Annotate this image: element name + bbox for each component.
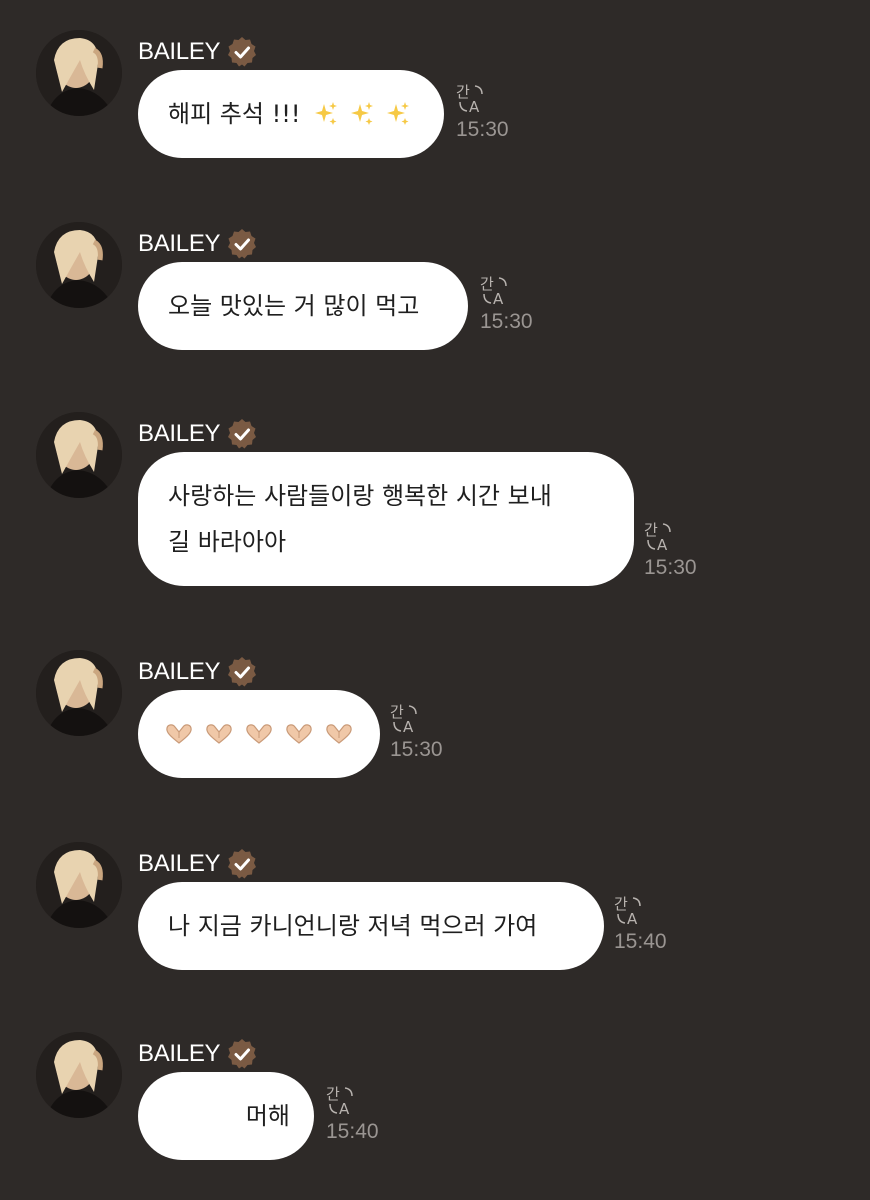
heart-hands-emoji: [326, 724, 352, 744]
message-timestamp: 15:40: [326, 1120, 379, 1143]
svg-text:간: 간: [326, 1085, 340, 1103]
message-timestamp: 15:30: [456, 118, 509, 141]
message-bubble[interactable]: 머해: [138, 1072, 314, 1160]
translate-icon[interactable]: 간 A: [390, 702, 420, 736]
translate-icon[interactable]: 간 A: [456, 82, 486, 116]
sender-name: BAILEY: [138, 38, 221, 65]
message-bubble[interactable]: 해피 추석 !!!: [138, 70, 444, 158]
svg-text:A: A: [493, 290, 504, 308]
svg-text:A: A: [657, 536, 668, 554]
heart-hands-emoji: [166, 724, 192, 744]
sender-name: BAILEY: [138, 420, 221, 447]
svg-text:간: 간: [390, 703, 404, 721]
message-timestamp: 15:40: [614, 930, 667, 953]
svg-text:간: 간: [456, 83, 470, 101]
message-timestamp: 15:30: [390, 738, 443, 761]
avatar[interactable]: [36, 222, 122, 308]
svg-text:A: A: [469, 98, 480, 116]
translate-icon[interactable]: 간 A: [614, 894, 644, 928]
translate-icon[interactable]: 간 A: [644, 520, 674, 554]
verified-badge-icon: [228, 1039, 257, 1069]
sender-name: BAILEY: [138, 1040, 221, 1067]
sparkles-emoji: [351, 102, 374, 125]
heart-hands-emoji: [206, 724, 232, 744]
message-bubble[interactable]: 오늘 맛있는 거 많이 먹고: [138, 262, 468, 350]
message-text: 해피 추석 !!!: [168, 100, 301, 128]
message-timestamp: 15:30: [480, 310, 533, 333]
translate-icon[interactable]: 간 A: [326, 1084, 356, 1118]
svg-text:간: 간: [480, 275, 494, 293]
avatar[interactable]: [36, 1032, 122, 1118]
verified-badge-icon: [228, 849, 257, 879]
message-text: 나 지금 카니언니랑 저녁 먹으러 가여: [168, 912, 538, 940]
verified-badge-icon: [228, 419, 257, 449]
message-bubble[interactable]: [138, 690, 380, 778]
avatar[interactable]: [36, 412, 122, 498]
sender-name: BAILEY: [138, 230, 221, 257]
message-text: 오늘 맛있는 거 많이 먹고: [168, 292, 420, 320]
message-bubble[interactable]: 나 지금 카니언니랑 저녁 먹으러 가여: [138, 882, 604, 970]
chat-window: BAILEY 해피 추석 !!! 간 A 15:30 BAILEY 오늘 맛있는…: [0, 0, 870, 1200]
svg-text:간: 간: [614, 895, 628, 913]
svg-text:A: A: [403, 718, 414, 736]
verified-badge-icon: [228, 229, 257, 259]
sparkles-emoji: [315, 102, 338, 125]
translate-icon[interactable]: 간 A: [480, 274, 510, 308]
sparkles-emoji: [387, 102, 410, 125]
sender-name: BAILEY: [138, 658, 221, 685]
sender-name: BAILEY: [138, 850, 221, 877]
verified-badge-icon: [228, 657, 257, 687]
heart-hands-emoji: [246, 724, 272, 744]
svg-text:간: 간: [644, 521, 658, 539]
message-text: 머해: [245, 1102, 290, 1130]
message-text: 사랑하는 사람들이랑 행복한 시간 보내 길 바라아아: [168, 482, 552, 556]
heart-hands-emoji: [286, 724, 312, 744]
svg-text:A: A: [627, 910, 638, 928]
avatar[interactable]: [36, 650, 122, 736]
verified-badge-icon: [228, 37, 257, 67]
message-timestamp: 15:30: [644, 556, 697, 579]
svg-text:A: A: [339, 1100, 350, 1118]
avatar[interactable]: [36, 842, 122, 928]
avatar[interactable]: [36, 30, 122, 116]
message-bubble[interactable]: 사랑하는 사람들이랑 행복한 시간 보내 길 바라아아: [138, 452, 634, 586]
